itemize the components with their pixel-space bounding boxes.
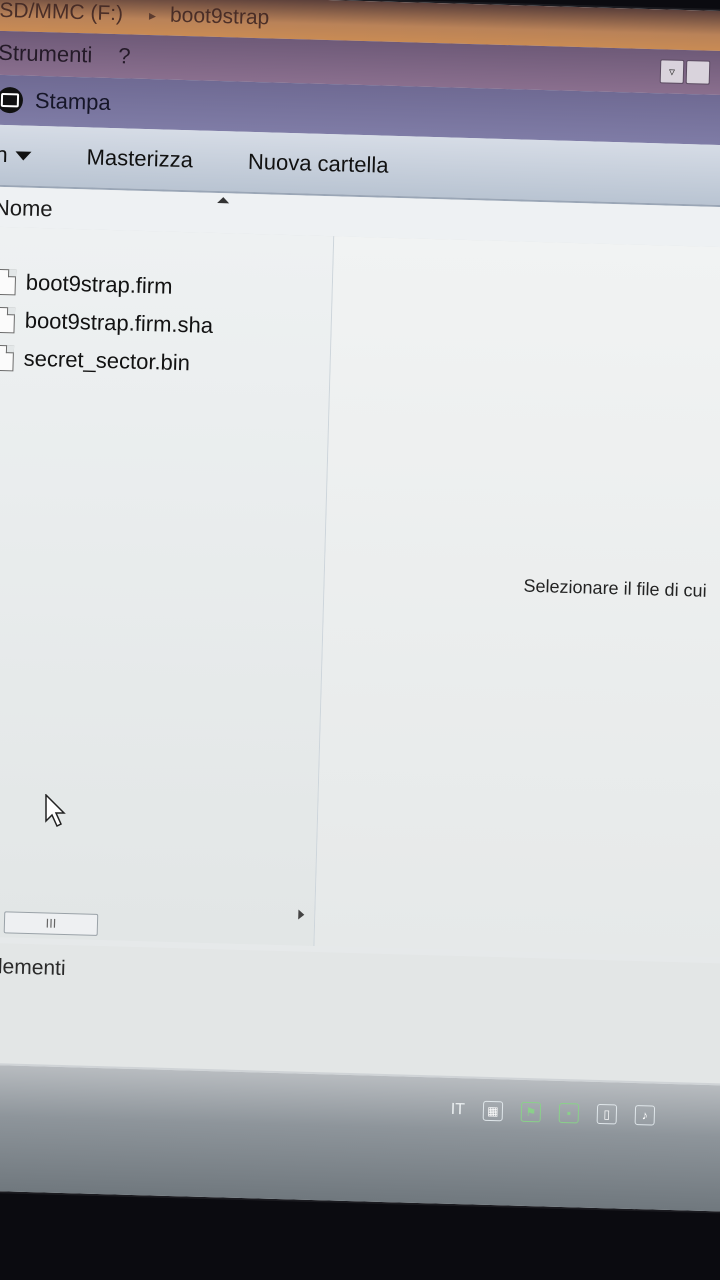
preview-message: Selezionare il file di cui	[523, 575, 707, 601]
menu-tools[interactable]: Strumenti	[0, 40, 93, 69]
print-button[interactable]: Stampa	[35, 88, 111, 116]
sort-ascending-icon	[217, 196, 230, 204]
battery-icon[interactable]: ▯	[596, 1103, 618, 1125]
breadcrumb-separator-icon: ▸	[148, 6, 157, 23]
screen: SD/MMC (F:) ▸ boot9strap Strumenti ? ▿ S…	[0, 0, 720, 1212]
volume-icon[interactable]: ♪	[634, 1105, 656, 1126]
scroll-thumb[interactable]: III	[3, 911, 99, 936]
status-bar: 3 elementi	[0, 941, 720, 1084]
new-folder-button[interactable]: Nuova cartella	[248, 149, 389, 179]
chevron-down-icon: ▿	[668, 64, 676, 79]
file-list: boot9strap.firm boot9strap.firm.sha secr…	[0, 225, 335, 946]
file-name: boot9strap.firm.sha	[24, 307, 214, 338]
breadcrumb-drive[interactable]: SD/MMC (F:)	[0, 0, 123, 26]
file-name: secret_sector.bin	[23, 345, 191, 376]
burn-button[interactable]: Masterizza	[86, 144, 193, 173]
organize-label: n	[0, 141, 9, 168]
preview-pane: Selezionare il file di cui	[314, 236, 720, 958]
file-icon	[0, 306, 16, 334]
view-options-button[interactable]: ▿	[659, 59, 685, 84]
list-item[interactable]: secret_sector.bin	[0, 339, 330, 386]
column-name[interactable]: Nome	[0, 195, 53, 223]
mouse-cursor-icon	[45, 794, 66, 828]
organize-dropdown[interactable]: n	[0, 142, 32, 169]
menu-help[interactable]: ?	[118, 43, 131, 69]
system-tray: IT ▦ ⚑ ▪ ▯ ♪	[450, 1100, 656, 1126]
printer-icon	[0, 86, 24, 114]
network-icon[interactable]: ▪	[558, 1102, 580, 1124]
caret-down-icon	[15, 150, 32, 161]
file-name: boot9strap.firm	[25, 269, 173, 299]
keyboard-icon[interactable]: ▦	[482, 1100, 504, 1122]
breadcrumb-folder[interactable]: boot9strap	[170, 4, 270, 31]
flag-icon[interactable]: ⚑	[520, 1101, 542, 1123]
scroll-right-icon[interactable]	[298, 909, 305, 920]
language-indicator[interactable]: IT	[450, 1101, 465, 1119]
taskbar: IT ▦ ⚑ ▪ ▯ ♪	[0, 1061, 720, 1212]
file-icon	[0, 268, 17, 296]
file-icon	[0, 344, 15, 372]
item-count: 3 elementi	[0, 954, 66, 981]
preview-pane-button[interactable]	[685, 60, 711, 85]
